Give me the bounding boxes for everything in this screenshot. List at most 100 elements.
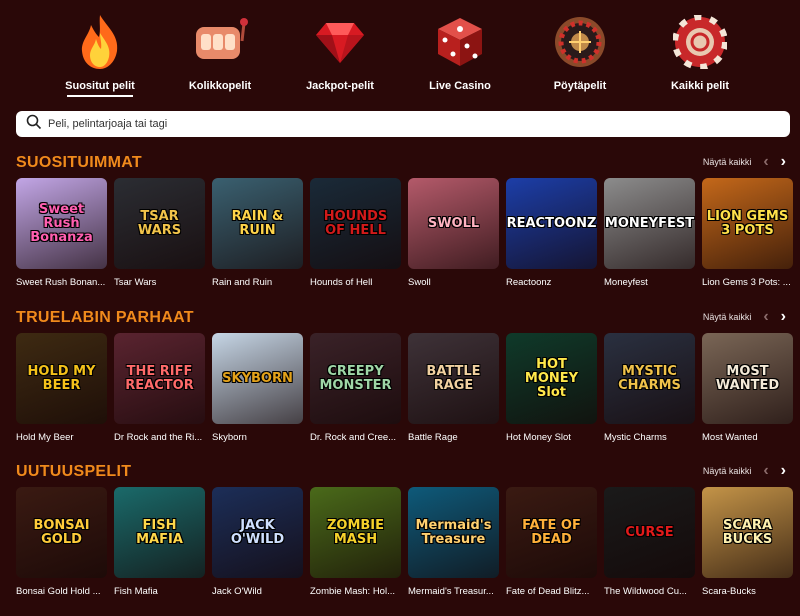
game-title[interactable]: Jack O'Wild: [212, 586, 303, 597]
game-title[interactable]: Rain and Ruin: [212, 277, 303, 288]
game-card[interactable]: SKYBORN Skyborn: [212, 333, 303, 443]
game-thumbnail[interactable]: MYSTIC CHARMS: [604, 333, 695, 424]
slot-machine-icon: [190, 12, 250, 72]
game-title[interactable]: Fish Mafia: [114, 586, 205, 597]
game-card[interactable]: SWOLL Swoll: [408, 178, 499, 288]
game-logo-text: SKYBORN: [222, 370, 293, 386]
category-table-games[interactable]: Pöytäpelit: [525, 0, 635, 104]
game-title[interactable]: Fate of Dead Blitz...: [506, 586, 597, 597]
game-thumbnail[interactable]: FISH MAFIA: [114, 487, 205, 578]
game-title[interactable]: Tsar Wars: [114, 277, 205, 288]
game-card[interactable]: BONSAI GOLD Bonsai Gold Hold ...: [16, 487, 107, 597]
game-thumbnail[interactable]: LION GEMS 3 POTS: [702, 178, 793, 269]
game-logo-text: MOST WANTED: [715, 363, 780, 393]
chevron-left-icon[interactable]: ‹: [763, 309, 768, 325]
game-title[interactable]: Swoll: [408, 277, 499, 288]
game-logo-text: Sweet Rush Bonanza: [30, 201, 93, 245]
game-thumbnail[interactable]: HOLD MY BEER: [16, 333, 107, 424]
game-card[interactable]: BATTLE RAGE Battle Rage: [408, 333, 499, 443]
game-card[interactable]: ZOMBIE MASH Zombie Mash: Hol...: [310, 487, 401, 597]
game-thumbnail[interactable]: JACK O'WILD: [212, 487, 303, 578]
game-thumbnail[interactable]: Sweet Rush Bonanza: [16, 178, 107, 269]
game-card[interactable]: HOT MONEY Slot Hot Money Slot: [506, 333, 597, 443]
game-title[interactable]: Most Wanted: [702, 432, 793, 443]
game-thumbnail[interactable]: FATE OF DEAD: [506, 487, 597, 578]
game-title[interactable]: Moneyfest: [604, 277, 695, 288]
game-thumbnail[interactable]: CURSE: [604, 487, 695, 578]
game-card[interactable]: REACTOONZ Reactoonz: [506, 178, 597, 288]
search-bar[interactable]: [16, 111, 790, 137]
game-thumbnail[interactable]: BONSAI GOLD: [16, 487, 107, 578]
category-nav: Suositut pelit Kolikkopelit Jackpot-peli…: [0, 0, 800, 104]
game-thumbnail[interactable]: BATTLE RAGE: [408, 333, 499, 424]
show-all-link[interactable]: Näytä kaikki: [703, 312, 752, 322]
game-title[interactable]: Hounds of Hell: [310, 277, 401, 288]
search-input[interactable]: [48, 118, 748, 130]
game-card[interactable]: SCARA BUCKS Scara-Bucks: [702, 487, 793, 597]
game-thumbnail[interactable]: MOST WANTED: [702, 333, 793, 424]
game-title[interactable]: Dr. Rock and Cree...: [310, 432, 401, 443]
game-card[interactable]: CURSE The Wildwood Cu...: [604, 487, 695, 597]
chevron-left-icon[interactable]: ‹: [763, 154, 768, 170]
chevron-right-icon[interactable]: ›: [781, 154, 786, 170]
section-title: UUTUUSPELIT: [16, 463, 132, 480]
game-title[interactable]: Scara-Bucks: [702, 586, 793, 597]
game-card[interactable]: MONEYFEST Moneyfest: [604, 178, 695, 288]
game-card[interactable]: HOUNDS OF HELL Hounds of Hell: [310, 178, 401, 288]
game-card[interactable]: FATE OF DEAD Fate of Dead Blitz...: [506, 487, 597, 597]
category-jackpot[interactable]: Jackpot-pelit: [285, 0, 395, 104]
game-card[interactable]: TSAR WARS Tsar Wars: [114, 178, 205, 288]
game-title[interactable]: Hold My Beer: [16, 432, 107, 443]
game-title[interactable]: The Wildwood Cu...: [604, 586, 695, 597]
dice-icon: [430, 12, 490, 72]
game-card[interactable]: LION GEMS 3 POTS Lion Gems 3 Pots: ...: [702, 178, 793, 288]
category-all-games[interactable]: Kaikki pelit: [645, 0, 755, 104]
game-title[interactable]: Mystic Charms: [604, 432, 695, 443]
game-thumbnail[interactable]: HOUNDS OF HELL: [310, 178, 401, 269]
game-thumbnail[interactable]: MONEYFEST: [604, 178, 695, 269]
game-card[interactable]: RAIN & RUIN Rain and Ruin: [212, 178, 303, 288]
game-card[interactable]: FISH MAFIA Fish Mafia: [114, 487, 205, 597]
game-thumbnail[interactable]: RAIN & RUIN: [212, 178, 303, 269]
chevron-right-icon[interactable]: ›: [781, 463, 786, 479]
game-title[interactable]: Bonsai Gold Hold ...: [16, 586, 107, 597]
chevron-right-icon[interactable]: ›: [781, 309, 786, 325]
game-thumbnail[interactable]: Mermaid's Treasure: [408, 487, 499, 578]
show-all-link[interactable]: Näytä kaikki: [703, 466, 752, 476]
game-card[interactable]: HOLD MY BEER Hold My Beer: [16, 333, 107, 443]
game-thumbnail[interactable]: TSAR WARS: [114, 178, 205, 269]
game-thumbnail[interactable]: SKYBORN: [212, 333, 303, 424]
game-title[interactable]: Mermaid's Treasur...: [408, 586, 499, 597]
game-card[interactable]: JACK O'WILD Jack O'Wild: [212, 487, 303, 597]
game-card[interactable]: MOST WANTED Most Wanted: [702, 333, 793, 443]
game-title[interactable]: Skyborn: [212, 432, 303, 443]
game-title[interactable]: Hot Money Slot: [506, 432, 597, 443]
game-thumbnail[interactable]: CREEPY MONSTER: [310, 333, 401, 424]
game-card[interactable]: Mermaid's Treasure Mermaid's Treasur...: [408, 487, 499, 597]
game-thumbnail[interactable]: SWOLL: [408, 178, 499, 269]
game-thumbnail[interactable]: HOT MONEY Slot: [506, 333, 597, 424]
game-card[interactable]: Sweet Rush Bonanza Sweet Rush Bonan...: [16, 178, 107, 288]
category-label: Pöytäpelit: [553, 80, 607, 92]
game-thumbnail[interactable]: THE RIFF REACTOR: [114, 333, 205, 424]
game-card[interactable]: MYSTIC CHARMS Mystic Charms: [604, 333, 695, 443]
category-popular[interactable]: Suositut pelit: [45, 0, 155, 104]
game-card[interactable]: THE RIFF REACTOR Dr Rock and the Ri...: [114, 333, 205, 443]
chevron-left-icon[interactable]: ‹: [763, 463, 768, 479]
game-logo-text: BATTLE RAGE: [426, 363, 481, 393]
category-live-casino[interactable]: Live Casino: [405, 0, 515, 104]
game-thumbnail[interactable]: SCARA BUCKS: [702, 487, 793, 578]
category-slots[interactable]: Kolikkopelit: [165, 0, 275, 104]
game-title[interactable]: Battle Rage: [408, 432, 499, 443]
game-thumbnail[interactable]: ZOMBIE MASH: [310, 487, 401, 578]
game-title[interactable]: Sweet Rush Bonan...: [16, 277, 107, 288]
game-title[interactable]: Dr Rock and the Ri...: [114, 432, 205, 443]
show-all-link[interactable]: Näytä kaikki: [703, 157, 752, 167]
game-thumbnail[interactable]: REACTOONZ: [506, 178, 597, 269]
game-title[interactable]: Reactoonz: [506, 277, 597, 288]
game-title[interactable]: Zombie Mash: Hol...: [310, 586, 401, 597]
game-card[interactable]: CREEPY MONSTER Dr. Rock and Cree...: [310, 333, 401, 443]
game-row: Sweet Rush Bonanza Sweet Rush Bonan... TSA…: [16, 178, 793, 288]
game-title[interactable]: Lion Gems 3 Pots: ...: [702, 277, 793, 288]
game-logo-text: THE RIFF REACTOR: [125, 363, 194, 393]
